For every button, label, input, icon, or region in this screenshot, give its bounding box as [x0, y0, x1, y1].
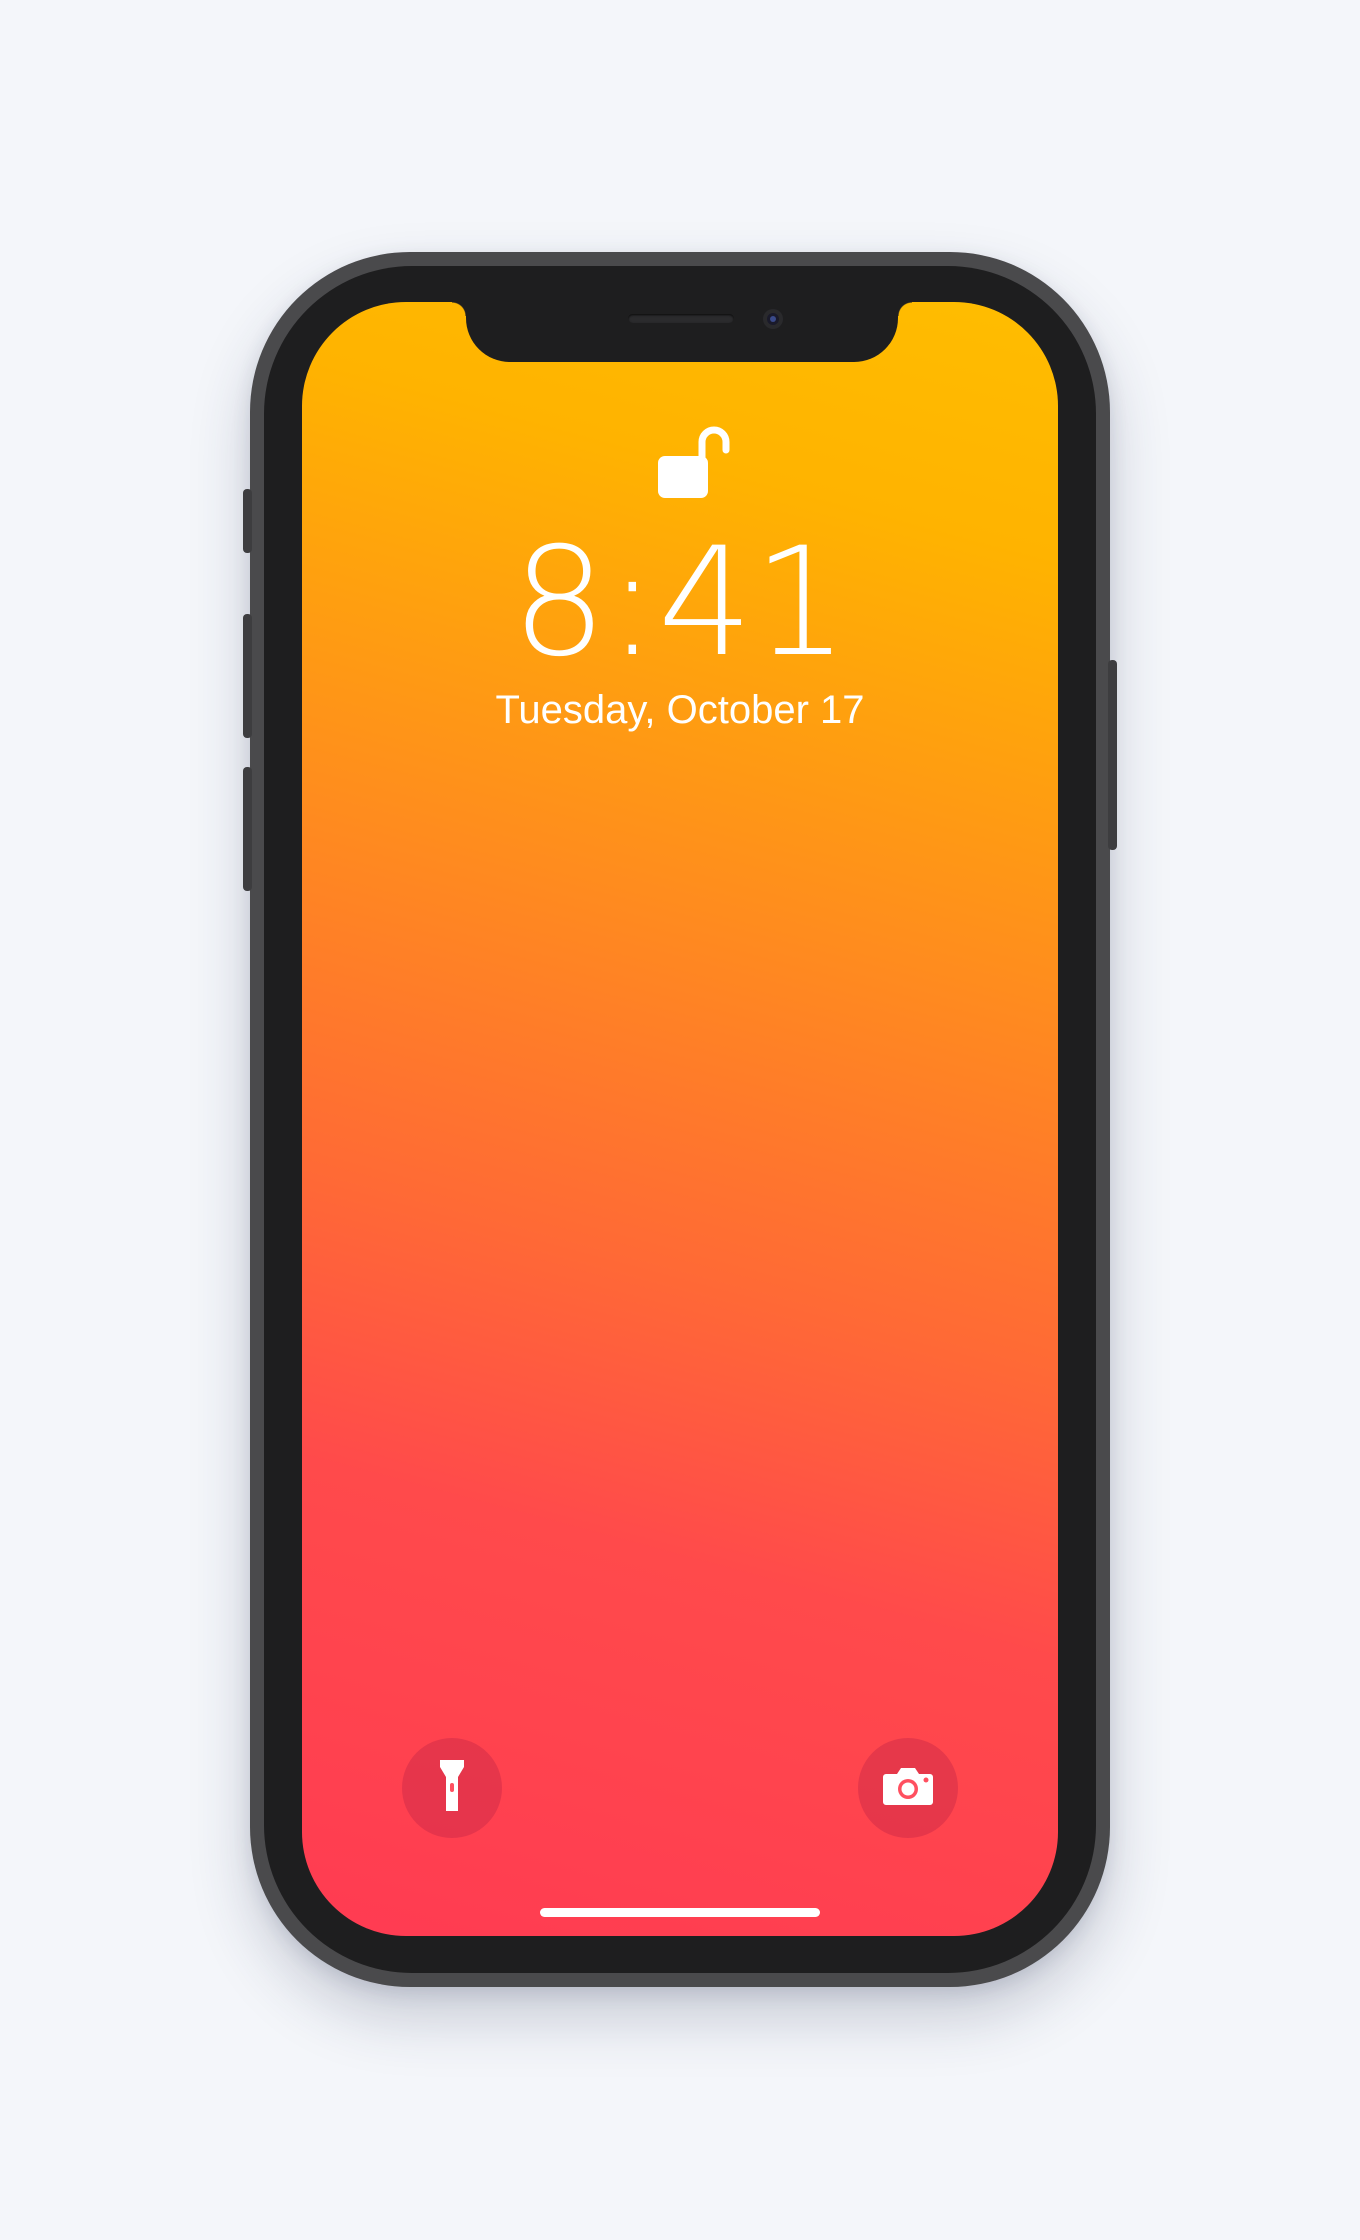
side-button[interactable] [1108, 660, 1117, 850]
page-background: 8:41 Tuesday, October 17 [0, 0, 1360, 2240]
flashlight-icon [439, 1759, 465, 1818]
camera-icon [882, 1766, 934, 1811]
earpiece-speaker [628, 314, 734, 323]
flashlight-button[interactable] [402, 1738, 502, 1838]
notch [452, 302, 912, 362]
front-camera [763, 309, 783, 329]
volume-down-button[interactable] [243, 767, 252, 891]
volume-up-button[interactable] [243, 614, 252, 738]
lock-screen[interactable]: 8:41 Tuesday, October 17 [302, 302, 1058, 1936]
mute-switch[interactable] [243, 489, 252, 553]
clock-time: 8:41 [512, 524, 849, 664]
lock-date: Tuesday, October 17 [495, 688, 865, 732]
unlocked-padlock-icon [656, 420, 736, 504]
clock: 8:41 [302, 516, 1058, 690]
camera-button[interactable] [858, 1738, 958, 1838]
home-indicator[interactable] [540, 1908, 820, 1917]
phone-frame: 8:41 Tuesday, October 17 [243, 252, 1117, 1987]
